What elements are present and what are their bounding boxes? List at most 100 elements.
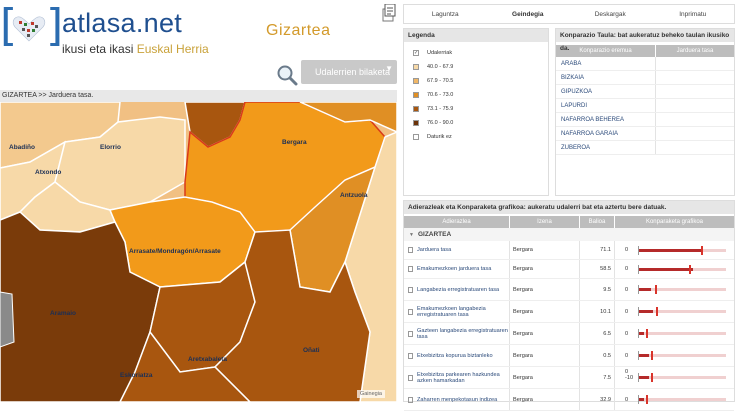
comparison-row[interactable]: ARABA [556, 57, 734, 71]
legend-swatch [413, 78, 419, 84]
indicator-place: Bergara [510, 260, 580, 278]
indicator-place: Bergara [510, 345, 580, 366]
document-icon [408, 330, 413, 337]
indicator-name-cell[interactable]: Emakumezkoen jarduera tasa [404, 260, 510, 278]
indicator-place: Bergara [510, 323, 580, 344]
bar-min-label: 0 [625, 308, 629, 315]
atlasa-logo[interactable]: [ ] atlasa.net ikusi eta ikasi Euskal He… [0, 0, 230, 56]
indicator-name-cell[interactable]: Zaharren menpekotasun indizea [404, 389, 510, 410]
comparison-bar-track [638, 285, 726, 294]
tab-inprimatu[interactable]: Inprimatu [652, 5, 735, 23]
indicator-row[interactable]: Etxebizitza parkearen hazkundea azken ha… [404, 367, 734, 389]
indicator-row[interactable]: Gazteen langabezia erregistratuaren tasa… [404, 323, 734, 345]
tab-geindegia[interactable]: Geindegia [487, 5, 570, 23]
legend-swatch [413, 106, 419, 112]
comparison-bar-track [638, 351, 726, 360]
indicator-name: Jarduera tasa [417, 247, 452, 253]
breadcrumb: GIZARTEA >> Jarduera tasa. [0, 90, 397, 102]
column-header[interactable]: Jarduera tasa [656, 45, 734, 57]
choropleth-map[interactable]: Abadiño Elorrio Bergara Atxondo Antzuola… [0, 102, 397, 402]
checkbox-icon[interactable] [413, 134, 419, 140]
comparison-bar-track [638, 395, 726, 404]
tab-deskargak[interactable]: Deskargak [569, 5, 652, 23]
legend-item: 67.9 - 70.5 [404, 74, 548, 88]
bar-min-label: 0 [625, 286, 629, 293]
collapse-triangle-icon[interactable]: ▼ [409, 232, 414, 238]
section-logo: Gizartea [266, 22, 331, 39]
comparison-row[interactable]: NAFARROA GARAIA [556, 127, 734, 141]
map-label: Bergara [282, 139, 307, 146]
checkbox-checked-icon[interactable]: ✓ [413, 50, 419, 56]
comparison-row[interactable]: LAPURDI [556, 99, 734, 113]
comparison-bar-fill [639, 398, 645, 401]
comparison-bar-fill [639, 248, 704, 252]
indicator-name-cell[interactable]: Etxebizitza kopurua biztanleko [404, 345, 510, 366]
bar-zero-label: 0 [625, 369, 629, 375]
bar-min-label: 0 [625, 330, 629, 337]
legend-item[interactable]: Daturik ez [404, 130, 548, 144]
indicators-title: Adierazleak eta Konparaketa grafikoa: au… [404, 201, 734, 214]
comparison-bar-track [638, 245, 726, 255]
map-label: Elorrio [100, 144, 121, 151]
legend-swatch [413, 92, 419, 98]
indicator-name-cell[interactable]: Jarduera tasa [404, 241, 510, 259]
indicator-place: Bergara [510, 367, 580, 388]
comparison-bar-cell: 0 [615, 301, 734, 322]
logo-tagline: ikusi eta ikasi Euskal Herria [62, 42, 209, 56]
column-header[interactable]: Adierazlea [404, 216, 510, 228]
legend-title: Legenda [404, 29, 548, 42]
legend-swatch [413, 120, 419, 126]
indicator-value: 0.5 [580, 345, 615, 366]
comparison-title: Konparazio Taula: bat aukeratuz beheko t… [556, 29, 734, 52]
comparison-bar-cell: 0 [615, 389, 734, 410]
top-nav: Laguntza Geindegia Deskargak Inprimatu [403, 4, 735, 24]
indicator-name-cell[interactable]: Emakumezkoen langabezia erregistratuaren… [404, 301, 510, 322]
indicator-row[interactable]: Langabezia erregistratuaren tasa Bergara 9… [404, 279, 734, 301]
indicator-name: Langabezia erregistratuaren tasa [417, 286, 500, 293]
comparison-marker [654, 285, 657, 294]
comparison-row[interactable]: GIPUZKOA [556, 85, 734, 99]
comparison-row[interactable]: NAFARROA BEHEREA [556, 113, 734, 127]
indicator-name: Gazteen langabezia erregistratuaren tasa [417, 327, 508, 340]
comparison-marker [651, 373, 654, 382]
column-header[interactable]: Konparazio eremua [556, 45, 656, 57]
indicator-row[interactable]: Emakumezkoen jarduera tasa Bergara 58.5 0 [404, 260, 734, 279]
indicator-name-cell[interactable]: Langabezia erregistratuaren tasa [404, 279, 510, 300]
tab-laguntza[interactable]: Laguntza [404, 5, 487, 23]
bar-min-label: 0 [625, 247, 629, 253]
settings-doc-icon[interactable] [382, 4, 396, 22]
chevron-down-icon: ▼ [385, 64, 393, 73]
comparison-bar-cell: 0 [615, 260, 734, 278]
indicator-row[interactable]: Etxebizitza kopurua biztanleko Bergara 0.5… [404, 345, 734, 367]
comparison-row[interactable]: BIZKAIA [556, 71, 734, 85]
group-row-gizartea[interactable]: ▼ GIZARTEA [404, 228, 734, 241]
comparison-bar-track [638, 307, 726, 316]
comparison-bar-fill [639, 354, 650, 357]
column-header[interactable]: Izena [510, 216, 580, 228]
indicator-row[interactable]: Jarduera tasa Bergara 71.1 0 [404, 241, 734, 260]
comparison-row[interactable]: ZUBEROA [556, 141, 734, 155]
indicator-name: Etxebizitza parkearen hazkundea azken ha… [417, 371, 500, 384]
indicator-name: Emakumezkoen jarduera tasa [417, 266, 492, 272]
indicator-row[interactable]: Zaharren menpekotasun indizea Bergara 32.9… [404, 389, 734, 411]
legend-item: 73.1 - 75.9 [404, 102, 548, 116]
indicator-name-cell[interactable]: Gazteen langabezia erregistratuaren tasa [404, 323, 510, 344]
indicator-row[interactable]: Emakumezkoen langabezia erregistratuaren… [404, 301, 734, 323]
comparison-marker [700, 245, 703, 255]
column-header[interactable]: Konparaketa grafikoa [615, 216, 734, 228]
legend-swatch [413, 64, 419, 70]
search-icon[interactable] [276, 64, 298, 86]
map-label: Atxondo [35, 169, 62, 176]
municipality-search-button[interactable]: Udalerrien bilaketa ▼ [301, 60, 397, 84]
indicator-value: 58.5 [580, 260, 615, 278]
app-window: [ ] atlasa.net ikusi eta ikasi Euskal He… [0, 0, 735, 413]
comparison-header: Konparazio eremua Jarduera tasa [556, 45, 734, 57]
legend-item[interactable]: ✓ Udalerriak [404, 46, 548, 60]
document-icon [408, 396, 413, 403]
column-header[interactable]: Balioa [580, 216, 615, 228]
indicator-name-cell[interactable]: Etxebizitza parkearen hazkundea azken ha… [404, 367, 510, 388]
map-label: Antzuola [340, 192, 368, 199]
map-label: Aramaio [50, 310, 77, 317]
indicator-place: Bergara [510, 301, 580, 322]
map-region-nodata[interactable] [0, 291, 15, 348]
